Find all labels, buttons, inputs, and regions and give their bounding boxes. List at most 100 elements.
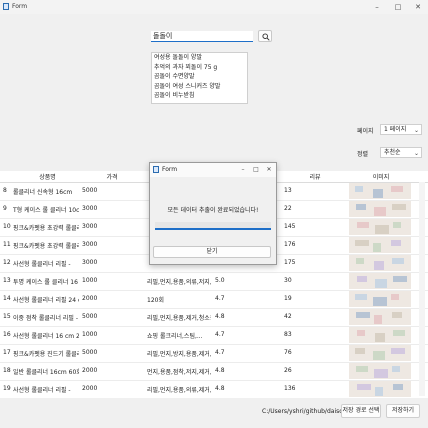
product-image-shape: [391, 348, 405, 354]
dialog-minimize-button[interactable]: –: [238, 165, 248, 175]
sort-select[interactable]: 추천순 ⌄: [380, 147, 422, 158]
product-name: 사선형 롤클리너 리필 -: [13, 261, 71, 268]
review-count: 42: [284, 313, 292, 320]
product-image-shape: [392, 366, 400, 372]
table-row[interactable]: 16사선형 롤클리너 16 cm 20회1000쇼핑 롤크리너,스팀,...4.…: [0, 326, 428, 345]
header-image[interactable]: 이미지: [350, 172, 412, 181]
product-name: 핑크&카펫용 초강력 롤클리너: [13, 243, 79, 250]
product-rating: 4.8: [215, 313, 225, 320]
table-row[interactable]: 15이중 점착 롤클리너 리필 -5000리필,먼지,용품,제거,청소용...4…: [0, 308, 428, 327]
table-row[interactable]: 17핑크&카펫용 진드기 롤클리...5000리필,먼지,방지,용품,제거,청.…: [0, 344, 428, 363]
product-rating: 4.7: [215, 349, 225, 356]
suggestion-item[interactable]: 여성용 돌돌이 양말: [152, 53, 247, 63]
product-price: 3000: [82, 259, 98, 266]
review-count: 83: [284, 331, 292, 338]
product-image-shape: [357, 330, 365, 336]
product-name: T형 케이스 롤 클리너 10cm-...: [13, 207, 79, 214]
product-price: 3000: [82, 223, 98, 230]
product-image-shape: [393, 330, 405, 336]
dialog-close-icon[interactable]: ✕: [264, 165, 274, 175]
product-image-shape: [355, 294, 367, 300]
review-count: 30: [284, 277, 292, 284]
product-image-shape: [374, 261, 384, 270]
product-price: 2000: [82, 385, 98, 392]
vertical-scrollbar[interactable]: [419, 182, 425, 396]
suggestion-item[interactable]: 곰돌이 여성 스니커즈 양말: [152, 82, 247, 92]
product-rating: 4.8: [215, 385, 225, 392]
suggestion-item[interactable]: 곰돌이 비누받침: [152, 91, 247, 101]
product-thumbnail: [349, 291, 411, 307]
table-row[interactable]: 18일반 롤클리너 16cm 60회 -2000먼지,용품,점착,저지,제거,청…: [0, 362, 428, 381]
product-rating: 4.7: [215, 295, 225, 302]
header-name[interactable]: 상품명: [20, 172, 75, 181]
table-row[interactable]: 14사선형 롤클리너 리필 24 c...2000120회4.719: [0, 290, 428, 309]
close-button[interactable]: ✕: [409, 1, 427, 13]
suggestion-item[interactable]: 추억의 과자 꾀돌이 75 g: [152, 63, 247, 73]
product-price: 2000: [82, 295, 98, 302]
product-image-shape: [356, 312, 370, 318]
product-rating: 5.0: [215, 277, 225, 284]
suggestion-list[interactable]: 여성용 돌돌이 양말 추억의 과자 꾀돌이 75 g 곰돌이 수면양말 곰돌이 …: [151, 52, 248, 104]
product-image-shape: [391, 294, 399, 300]
product-image-shape: [356, 204, 366, 210]
product-thumbnail: [349, 381, 411, 397]
save-button[interactable]: 저장하기: [386, 404, 420, 418]
select-save-path-button[interactable]: 저장 경로 선택: [341, 404, 381, 418]
table-row[interactable]: 19사선형 롤클리너 리필 -2000리필,먼지,용품,의류,제거,청...4.…: [0, 380, 428, 398]
product-image-shape: [375, 225, 389, 234]
product-price: 5000: [82, 313, 98, 320]
product-name: 사선형 롤클리너 리필 24 c...: [13, 297, 79, 304]
product-tags: 리필,먼지,용품,제거,청소용...: [147, 315, 211, 322]
product-image-shape: [375, 387, 383, 396]
product-name: 사선형 롤클리너 16 cm 20회: [13, 333, 79, 340]
search-button[interactable]: [258, 30, 272, 42]
chevron-down-icon: ⌄: [413, 127, 419, 134]
product-thumbnail: [349, 309, 411, 325]
product-image-shape: [357, 222, 369, 228]
product-thumbnail: [349, 327, 411, 343]
product-price: 2000: [82, 367, 98, 374]
product-image-shape: [375, 333, 385, 342]
product-image-shape: [375, 279, 387, 288]
product-tags: 먼지,용품,점착,저지,제거,청...: [147, 369, 211, 376]
dialog-close-button[interactable]: 닫기: [153, 246, 271, 258]
product-thumbnail: [349, 183, 411, 199]
review-count: 175: [284, 259, 296, 266]
product-tags: 120회: [147, 297, 164, 304]
maximize-button[interactable]: □: [389, 1, 407, 13]
product-tags: 리필,먼지,용품,의류,제거,청...: [147, 387, 211, 394]
product-price: 5000: [82, 187, 98, 194]
suggestion-item[interactable]: 곰돌이 수면양말: [152, 72, 247, 82]
product-image-shape: [393, 276, 407, 282]
app-icon: [3, 3, 9, 10]
dialog-title: Form: [162, 166, 178, 173]
product-image-shape: [357, 384, 371, 390]
product-price: 1000: [82, 331, 98, 338]
dialog-maximize-button[interactable]: □: [251, 165, 261, 175]
table-row[interactable]: 13투명 케이스 롤 클리너 16 c...1000리필,먼지,용품,의류,저지…: [0, 272, 428, 291]
search-input[interactable]: 돌돌이: [151, 31, 253, 42]
product-thumbnail: [349, 237, 411, 253]
product-image-shape: [355, 186, 363, 192]
app-icon: [153, 166, 159, 173]
header-reviews[interactable]: 리뷰: [285, 172, 345, 181]
review-count: 26: [284, 367, 292, 374]
product-name: 핑크&카펫용 진드기 롤클리...: [13, 351, 79, 358]
product-name: 일반 롤클리너 16cm 60회 -: [13, 369, 79, 376]
product-name: 핑크&카펫용 초강력 롤클리...: [13, 225, 79, 232]
review-count: 19: [284, 295, 292, 302]
progress-bar: [155, 222, 271, 230]
minimize-button[interactable]: –: [368, 1, 386, 13]
sort-select-value: 추천순: [384, 149, 401, 156]
product-price: 3000: [82, 205, 98, 212]
product-image-shape: [356, 366, 368, 372]
product-name: 투명 케이스 롤 클리너 16 c...: [13, 279, 79, 286]
product-image-shape: [391, 240, 401, 246]
page-select[interactable]: 1 페이지 ⌄: [380, 124, 422, 135]
product-rating: 4.8: [215, 367, 225, 374]
product-name: 이중 점착 롤클리너 리필 -: [13, 315, 78, 322]
product-image-shape: [393, 222, 401, 228]
header-price[interactable]: 가격: [82, 172, 142, 181]
product-thumbnail: [349, 363, 411, 379]
completion-dialog: Form – □ ✕ 모든 데이터 추출이 완료되었습니다! 닫기: [149, 162, 277, 265]
